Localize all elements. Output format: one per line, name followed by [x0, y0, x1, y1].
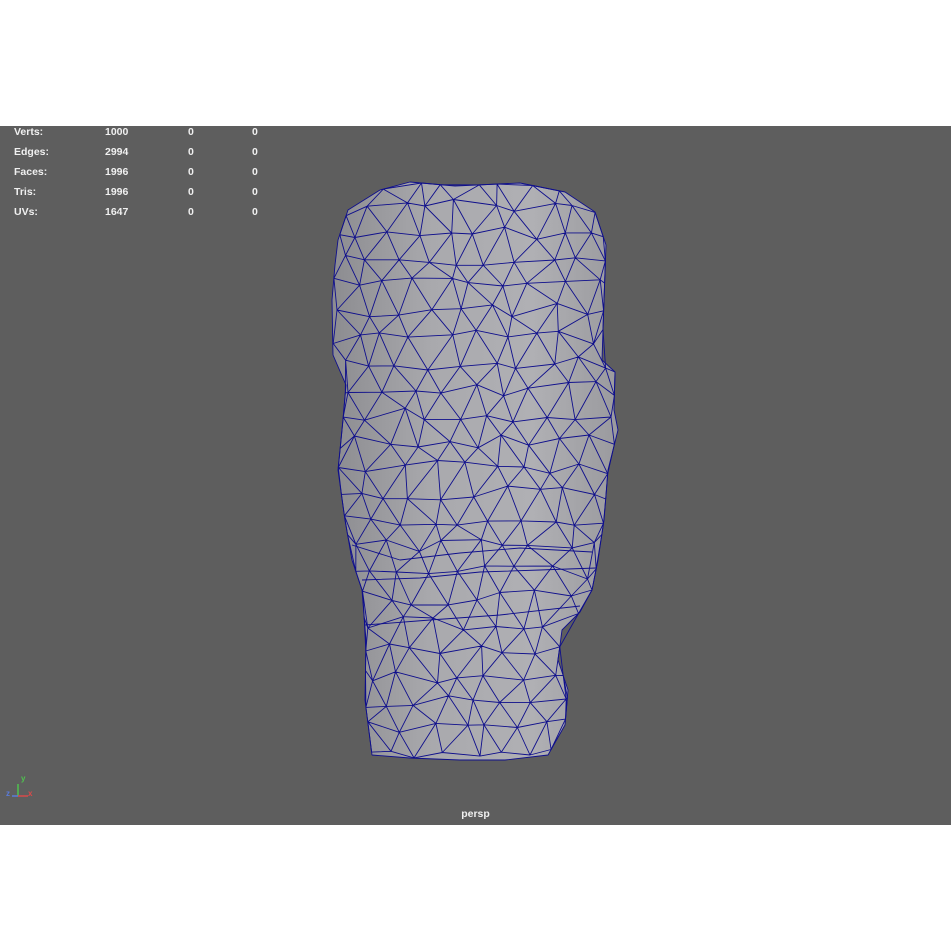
axis-x-label: x: [28, 789, 33, 798]
axis-z-label: z: [6, 789, 10, 798]
poly-count-selected: 0: [188, 166, 194, 178]
poly-count-row: Tris: 1996 0 0: [0, 186, 270, 200]
poly-count-row: UVs: 1647 0 0: [0, 206, 270, 220]
poly-count-total: 1996: [105, 166, 129, 178]
poly-count-row: Edges: 2994 0 0: [0, 146, 270, 160]
poly-count-highlighted: 0: [252, 166, 258, 178]
poly-count-row: Faces: 1996 0 0: [0, 166, 270, 180]
poly-count-selected: 0: [188, 186, 194, 198]
maya-viewport[interactable]: Verts: 1000 0 0 Edges: 2994 0 0 Faces: 1996 0 0 Tris…: [0, 126, 951, 825]
poly-count-highlighted: 0: [252, 126, 258, 138]
wireframe-mesh[interactable]: [0, 126, 951, 825]
poly-count-selected: 0: [188, 126, 194, 138]
poly-count-total: 2994: [105, 146, 129, 158]
poly-count-total: 1000: [105, 126, 129, 138]
poly-count-highlighted: 0: [252, 206, 258, 218]
poly-count-label: UVs:: [14, 206, 38, 218]
mesh-silhouette: [332, 182, 618, 760]
poly-count-label: Tris:: [14, 186, 37, 198]
poly-count-label: Edges:: [14, 146, 50, 158]
axis-gizmo: y z x: [6, 774, 40, 806]
axis-y-label: y: [21, 774, 26, 783]
camera-name-label: persp: [461, 808, 490, 820]
poly-count-selected: 0: [188, 146, 194, 158]
poly-count-highlighted: 0: [252, 146, 258, 158]
poly-count-selected: 0: [188, 206, 194, 218]
poly-count-total: 1996: [105, 186, 129, 198]
poly-count-highlighted: 0: [252, 186, 258, 198]
poly-count-total: 1647: [105, 206, 129, 218]
poly-count-label: Faces:: [14, 166, 48, 178]
poly-count-row: Verts: 1000 0 0: [0, 126, 270, 140]
mesh-surface: [332, 182, 618, 760]
poly-count-label: Verts:: [14, 126, 44, 138]
